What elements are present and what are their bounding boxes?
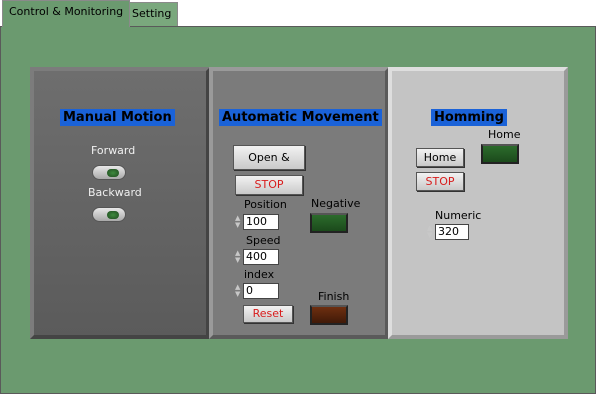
home-indicator-label: Home [488,128,521,141]
index-input[interactable]: 0 [243,283,279,299]
speed-input[interactable]: 400 [243,249,279,265]
toggle-knob [107,211,119,219]
home-stop-button[interactable]: STOP [416,172,464,191]
position-control[interactable]: ▲ ▼ 100 [235,214,285,230]
negative-label: Negative [311,197,361,210]
finish-label: Finish [318,290,350,303]
position-spinner-icon[interactable]: ▲ ▼ [235,215,242,229]
auto-stop-button[interactable]: STOP [235,175,303,195]
manual-motion-title: Manual Motion [60,109,175,126]
backward-toggle[interactable] [92,207,126,222]
tab-label: Control & Monitoring [9,5,124,18]
open-move-button[interactable]: Open & Move [233,145,305,187]
position-label: Position [244,198,287,211]
tab-label: Setting [132,7,172,20]
speed-control[interactable]: ▲ ▼ 400 [235,249,285,265]
home-indicator [481,144,519,164]
numeric-control[interactable]: ▲ ▼ 320 [427,224,477,240]
numeric-label: Numeric [435,209,482,222]
home-button[interactable]: Home [416,148,464,167]
index-control[interactable]: ▲ ▼ 0 [235,283,285,299]
speed-spinner-icon[interactable]: ▲ ▼ [235,250,242,264]
numeric-spinner-icon[interactable]: ▲ ▼ [427,225,434,239]
homming-panel: Homming Home Home STOP Numeric ▲ ▼ 320 [388,67,568,339]
position-input[interactable]: 100 [243,214,279,230]
index-label: index [244,268,275,281]
tab-setting[interactable]: Setting [125,2,179,27]
forward-label: Forward [91,144,136,157]
toggle-knob [107,169,119,177]
homming-title: Homming [431,109,507,126]
forward-toggle[interactable] [92,165,126,180]
automatic-movement-title: Automatic Movement [219,109,382,126]
index-spinner-icon[interactable]: ▲ ▼ [235,284,242,298]
numeric-input[interactable]: 320 [435,224,469,240]
negative-indicator [310,213,348,233]
speed-label: Speed [246,234,281,247]
tab-control-monitoring[interactable]: Control & Monitoring [2,0,131,27]
automatic-movement-panel: Automatic Movement Open & Move STOP Posi… [209,67,389,339]
tab-bar: Control & Monitoring Setting [0,0,596,27]
manual-motion-panel: Manual Motion Forward Backward [30,67,210,339]
backward-label: Backward [88,186,142,199]
finish-indicator [310,305,348,325]
reset-button[interactable]: Reset [243,305,293,323]
